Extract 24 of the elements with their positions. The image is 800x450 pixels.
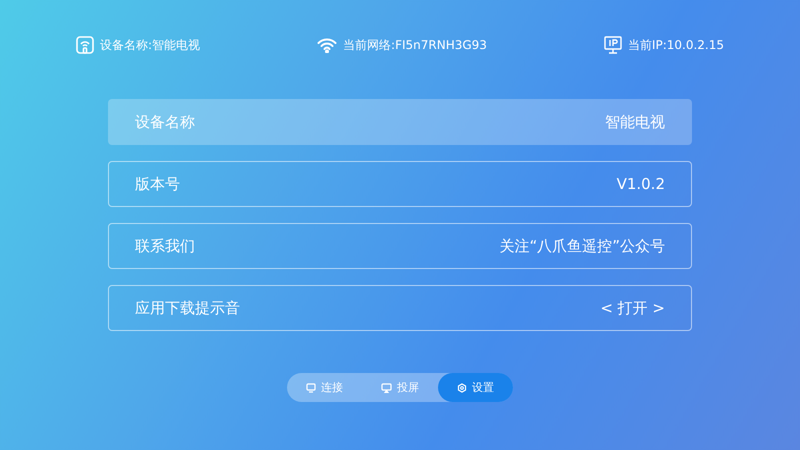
- ip-status: 当前IP:10.0.2.15: [628, 36, 724, 54]
- nav-tab[interactable]: 投屏: [362, 373, 438, 402]
- setting-value: 关注“八爪鱼遥控”公众号: [499, 236, 665, 256]
- setting-label: 联系我们: [135, 236, 195, 256]
- setting-label: 应用下载提示音: [135, 298, 240, 318]
- nav-tab[interactable]: 设置: [438, 373, 513, 402]
- network-status: 当前网络:FI5n7RNH3G93: [343, 36, 487, 54]
- settings-row[interactable]: 联系我们 关注“八爪鱼遥控”公众号: [108, 223, 692, 269]
- settings-row[interactable]: 应用下载提示音 < 打开 >: [108, 285, 692, 331]
- setting-value: < 打开 >: [600, 298, 665, 318]
- setting-label: 版本号: [135, 174, 180, 194]
- monitor-icon: [306, 382, 316, 392]
- device-name-status: 设备名称:智能电视: [100, 36, 200, 54]
- settings-row[interactable]: 版本号 V1.0.2: [108, 161, 692, 207]
- setting-label: 设备名称: [135, 112, 195, 132]
- screen-cast-icon: [380, 382, 392, 392]
- device-icon: [76, 36, 94, 54]
- nav-tab[interactable]: 连接: [287, 373, 362, 402]
- wifi-icon: [317, 38, 338, 52]
- setting-value: V1.0.2: [616, 175, 665, 193]
- ip-icon: [604, 36, 622, 54]
- settings-row[interactable]: 设备名称 智能电视: [108, 99, 692, 145]
- setting-value: 智能电视: [605, 112, 665, 132]
- settings-icon: [456, 382, 467, 392]
